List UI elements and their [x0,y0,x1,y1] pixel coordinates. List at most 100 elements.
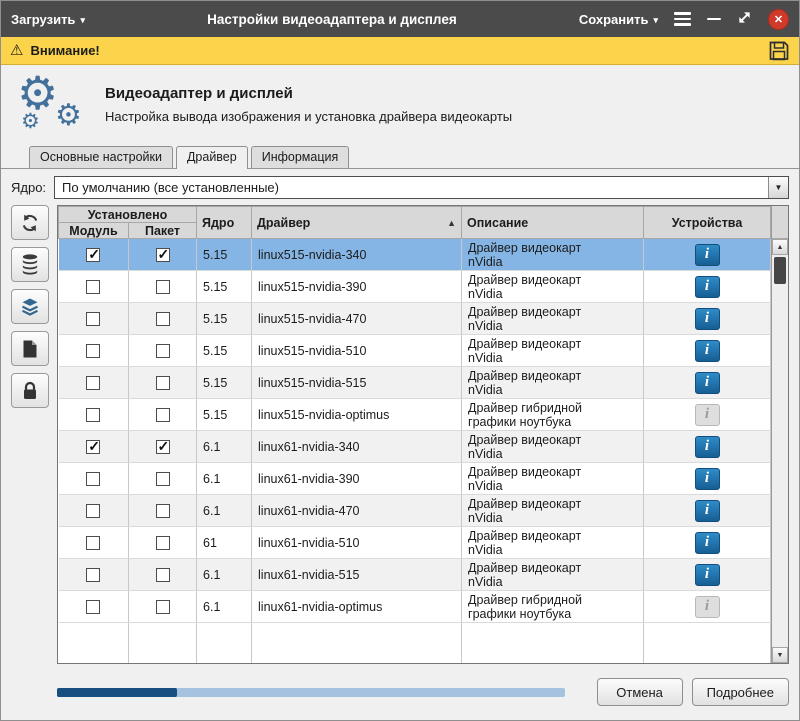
info-button[interactable]: i [695,532,720,554]
info-icon: i [705,342,709,359]
details-button[interactable]: Подробнее [692,678,789,706]
package-checkbox[interactable] [156,536,170,550]
load-menu-button[interactable]: Загрузить ▾ [11,12,85,27]
table-row[interactable]: 5.15 linux515-nvidia-515 Драйвер видеока… [59,367,771,399]
sort-ascending-icon: ▲ [447,218,456,228]
package-checkbox[interactable] [156,504,170,518]
info-icon: i [705,374,709,391]
kernel-select[interactable]: По умолчанию (все установленные) ▼ [54,176,789,199]
module-checkbox[interactable] [86,344,100,358]
module-checkbox[interactable] [86,280,100,294]
table-row[interactable]: 5.15 linux515-nvidia-optimus Драйвер гиб… [59,399,771,431]
minimize-button[interactable] [707,18,721,21]
column-header-package[interactable]: Пакет [129,223,197,239]
info-button[interactable]: i [695,308,720,330]
table-row[interactable]: 6.1 linux61-nvidia-340 Драйвер видеокарт… [59,431,771,463]
scrollbar-track[interactable] [772,255,788,647]
table-row[interactable]: 6.1 linux61-nvidia-optimus Драйвер гибри… [59,591,771,623]
table-row[interactable]: 6.1 linux61-nvidia-390 Драйвер видеокарт… [59,463,771,495]
tab-basic-settings[interactable]: Основные настройки [29,146,173,168]
package-checkbox[interactable] [156,376,170,390]
column-header-module[interactable]: Модуль [59,223,129,239]
horizontal-scrollbar[interactable] [57,688,565,697]
document-button[interactable] [11,331,49,366]
kernel-cell: 6.1 [197,495,252,527]
minimize-icon [707,18,721,21]
scroll-down-button[interactable]: ▼ [772,647,788,663]
module-checkbox[interactable] [86,312,100,326]
info-button[interactable]: i [695,276,720,298]
close-icon: ✕ [774,13,783,26]
titlebar: Загрузить ▾ Настройки видеоадаптера и ди… [1,1,799,37]
module-checkbox[interactable] [86,600,100,614]
package-checkbox[interactable] [156,600,170,614]
lock-button[interactable] [11,373,49,408]
table-row[interactable]: 61 linux61-nvidia-510 Драйвер видеокарт … [59,527,771,559]
info-button[interactable]: i [695,564,720,586]
module-checkbox[interactable] [86,472,100,486]
warning-text: Внимание! [30,43,99,58]
description-cell: Драйвер видеокарт nVidia [468,369,596,397]
column-header-devices[interactable]: Устройства [644,207,771,239]
column-header-installed[interactable]: Установлено [59,207,197,223]
save-to-file-button[interactable] [768,40,790,62]
column-header-driver[interactable]: Драйвер ▲ [252,207,462,239]
kernel-cell: 5.15 [197,335,252,367]
column-header-description[interactable]: Описание [462,207,644,239]
description-cell: Драйвер видеокарт nVidia [468,273,596,301]
module-checkbox[interactable] [86,408,100,422]
table-row[interactable]: 5.15 linux515-nvidia-390 Драйвер видеока… [59,271,771,303]
package-checkbox[interactable] [156,344,170,358]
module-checkbox[interactable] [86,536,100,550]
column-header-kernel[interactable]: Ядро [197,207,252,239]
info-button[interactable]: i [695,500,720,522]
page-title: Видеоадаптер и дисплей [105,85,512,102]
table-row[interactable]: 5.15 linux515-nvidia-510 Драйвер видеока… [59,335,771,367]
kernel-select-row: Ядро: По умолчанию (все установленные) ▼ [1,169,799,205]
info-button[interactable]: i [695,372,720,394]
info-button[interactable]: i [695,340,720,362]
info-button[interactable]: i [695,404,720,426]
module-checkbox[interactable] [86,376,100,390]
package-checkbox[interactable] [156,248,170,262]
table-row[interactable]: 5.15 linux515-nvidia-340 Драйвер видеока… [59,239,771,271]
close-button[interactable]: ✕ [768,9,789,30]
module-checkbox[interactable] [86,504,100,518]
info-button[interactable]: i [695,596,720,618]
package-checkbox[interactable] [156,312,170,326]
package-checkbox[interactable] [156,280,170,294]
info-button[interactable]: i [695,436,720,458]
module-checkbox[interactable] [86,248,100,262]
info-button[interactable]: i [695,468,720,490]
info-button[interactable]: i [695,244,720,266]
scroll-up-button[interactable]: ▲ [772,239,788,255]
scrollbar-thumb[interactable] [774,257,786,284]
table-row[interactable]: 6.1 linux61-nvidia-470 Драйвер видеокарт… [59,495,771,527]
save-menu-button[interactable]: Сохранить ▾ [579,12,658,27]
cancel-button[interactable]: Отмена [597,678,683,706]
tab-driver[interactable]: Драйвер [176,146,248,169]
app-window: Загрузить ▾ Настройки видеоадаптера и ди… [0,0,800,721]
maximize-button[interactable] [737,10,752,28]
kernel-cell: 6.1 [197,591,252,623]
combo-dropdown-button[interactable]: ▼ [768,177,788,198]
driver-cell: linux515-nvidia-340 [252,239,462,271]
package-checkbox[interactable] [156,440,170,454]
driver-table: Установлено Ядро Драйвер ▲ Описание Устр… [57,205,789,664]
package-checkbox[interactable] [156,568,170,582]
hamburger-menu-button[interactable] [674,12,691,26]
vertical-scrollbar[interactable]: ▲ ▼ [771,206,788,663]
window-title: Настройки видеоадаптера и дисплея [85,12,579,27]
table-row[interactable]: 5.15 linux515-nvidia-470 Драйвер видеока… [59,303,771,335]
horizontal-scrollbar-thumb[interactable] [57,688,177,697]
module-checkbox[interactable] [86,440,100,454]
database-button[interactable] [11,247,49,282]
description-cell: Драйвер видеокарт nVidia [468,433,596,461]
refresh-button[interactable] [11,205,49,240]
table-row[interactable]: 6.1 linux61-nvidia-515 Драйвер видеокарт… [59,559,771,591]
module-checkbox[interactable] [86,568,100,582]
layers-button[interactable] [11,289,49,324]
package-checkbox[interactable] [156,472,170,486]
tab-information[interactable]: Информация [251,146,350,168]
package-checkbox[interactable] [156,408,170,422]
